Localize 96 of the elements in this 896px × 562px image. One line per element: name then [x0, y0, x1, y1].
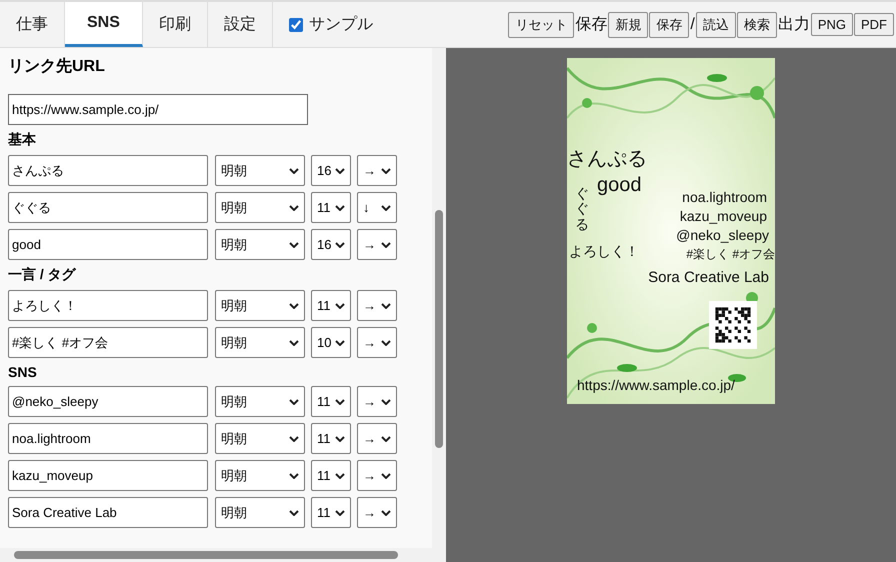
text-field[interactable]: #楽しく #オフ会: [8, 327, 208, 358]
direction-select[interactable]: →: [357, 423, 397, 454]
font-select[interactable]: 明朝: [215, 423, 305, 454]
checkbox[interactable]: [288, 18, 303, 32]
card-text: good: [597, 174, 642, 196]
caret-icon: [289, 472, 299, 478]
caret-icon: [381, 340, 391, 346]
caret-icon: [381, 302, 391, 308]
text-field[interactable]: kazu_moveup: [8, 460, 208, 491]
direction-select[interactable]: →: [357, 460, 397, 491]
toolbar-button[interactable]: 新規: [608, 12, 648, 38]
caret-icon: [381, 168, 391, 174]
section-title: SNS: [8, 364, 38, 380]
tab[interactable]: SNS: [65, 2, 143, 47]
caret-icon: [381, 436, 391, 442]
size-select[interactable]: 16: [311, 229, 351, 260]
caret-icon: [335, 340, 345, 346]
caret-icon: [289, 242, 299, 248]
caret-icon: [381, 242, 391, 248]
caret-icon: [381, 398, 391, 404]
caret-icon: [289, 168, 299, 174]
size-select[interactable]: 11: [311, 460, 351, 491]
toolbar-button[interactable]: 読込: [696, 12, 736, 38]
text-field[interactable]: Sora Creative Lab: [8, 497, 208, 528]
card-text: #楽しく #オフ会: [686, 248, 775, 262]
card-text: @neko_sleepy: [676, 228, 769, 244]
toolbar-button[interactable]: PDF: [854, 13, 894, 36]
caret-icon: [335, 510, 345, 516]
card-text: よろしく！: [569, 244, 639, 260]
font-select[interactable]: 明朝: [215, 386, 305, 417]
caret-icon: [381, 510, 391, 516]
caret-icon: [289, 510, 299, 516]
size-select[interactable]: 11: [311, 290, 351, 321]
tab[interactable]: 印刷: [142, 2, 208, 47]
font-select[interactable]: 明朝: [215, 460, 305, 491]
toolbar-label: /: [690, 16, 695, 34]
caret-icon: [289, 398, 299, 404]
text-field[interactable]: よろしく！: [8, 290, 208, 321]
caret-icon: [381, 204, 391, 210]
section-title: 基本: [8, 131, 37, 149]
qr-code-icon: [709, 301, 757, 349]
direction-select[interactable]: ↓: [357, 192, 397, 223]
font-select[interactable]: 明朝: [215, 229, 305, 260]
caret-icon: [335, 398, 345, 404]
text-field[interactable]: ぐぐる: [8, 192, 208, 223]
caret-icon: [335, 242, 345, 248]
caret-icon: [289, 204, 299, 210]
direction-select[interactable]: →: [357, 229, 397, 260]
text-field[interactable]: @neko_sleepy: [8, 386, 208, 417]
card-text: kazu_moveup: [680, 209, 767, 224]
caret-icon: [289, 436, 299, 442]
font-select[interactable]: 明朝: [215, 327, 305, 358]
vertical-scrollbar[interactable]: [432, 48, 446, 548]
font-select[interactable]: 明朝: [215, 192, 305, 223]
caret-icon: [289, 302, 299, 308]
caret-icon: [335, 204, 345, 210]
toolbar-label: 出力: [778, 14, 810, 35]
toolbar-button[interactable]: PNG: [810, 13, 853, 36]
sample-checkbox[interactable]: サンプル: [272, 2, 389, 47]
direction-select[interactable]: →: [357, 290, 397, 321]
direction-select[interactable]: →: [357, 327, 397, 358]
direction-select[interactable]: →: [357, 155, 397, 186]
caret-icon: [335, 168, 345, 174]
caret-icon: [335, 472, 345, 478]
url-field[interactable]: https://www.sample.co.jp/: [8, 94, 308, 125]
horizontal-scrollbar[interactable]: [0, 548, 446, 562]
text-field[interactable]: さんぷる: [8, 155, 208, 186]
toolbar-button[interactable]: 保存: [649, 12, 690, 38]
font-select[interactable]: 明朝: [215, 497, 305, 528]
text-field[interactable]: noa.lightroom: [8, 423, 208, 454]
section-title: リンク先URL: [8, 56, 106, 77]
card-text: https://www.sample.co.jp/: [577, 378, 735, 394]
size-select[interactable]: 11: [311, 192, 351, 223]
font-select[interactable]: 明朝: [215, 155, 305, 186]
toolbar-button[interactable]: 検索: [736, 12, 777, 38]
font-select[interactable]: 明朝: [215, 290, 305, 321]
tab[interactable]: 設定: [208, 2, 273, 47]
card-text: noa.lightroom: [682, 190, 767, 206]
size-select[interactable]: 11: [311, 423, 351, 454]
size-select[interactable]: 11: [311, 386, 351, 417]
direction-select[interactable]: →: [357, 497, 397, 528]
toolbar-button[interactable]: リセット: [508, 12, 574, 38]
card-text: Sora Creative Lab: [648, 270, 769, 286]
section-title: 一言 / タグ: [8, 266, 77, 284]
caret-icon: [335, 302, 345, 308]
card-text: ぐぐる: [575, 186, 589, 232]
direction-select[interactable]: →: [357, 386, 397, 417]
toolbar-label: 保存: [575, 15, 608, 35]
caret-icon: [289, 340, 299, 346]
caret-icon: [381, 472, 391, 478]
text-field[interactable]: good: [8, 229, 208, 260]
card-text: さんぷる: [567, 148, 647, 170]
caret-icon: [335, 436, 345, 442]
size-select[interactable]: 10: [311, 327, 351, 358]
size-select[interactable]: 11: [311, 497, 351, 528]
size-select[interactable]: 16: [311, 155, 351, 186]
